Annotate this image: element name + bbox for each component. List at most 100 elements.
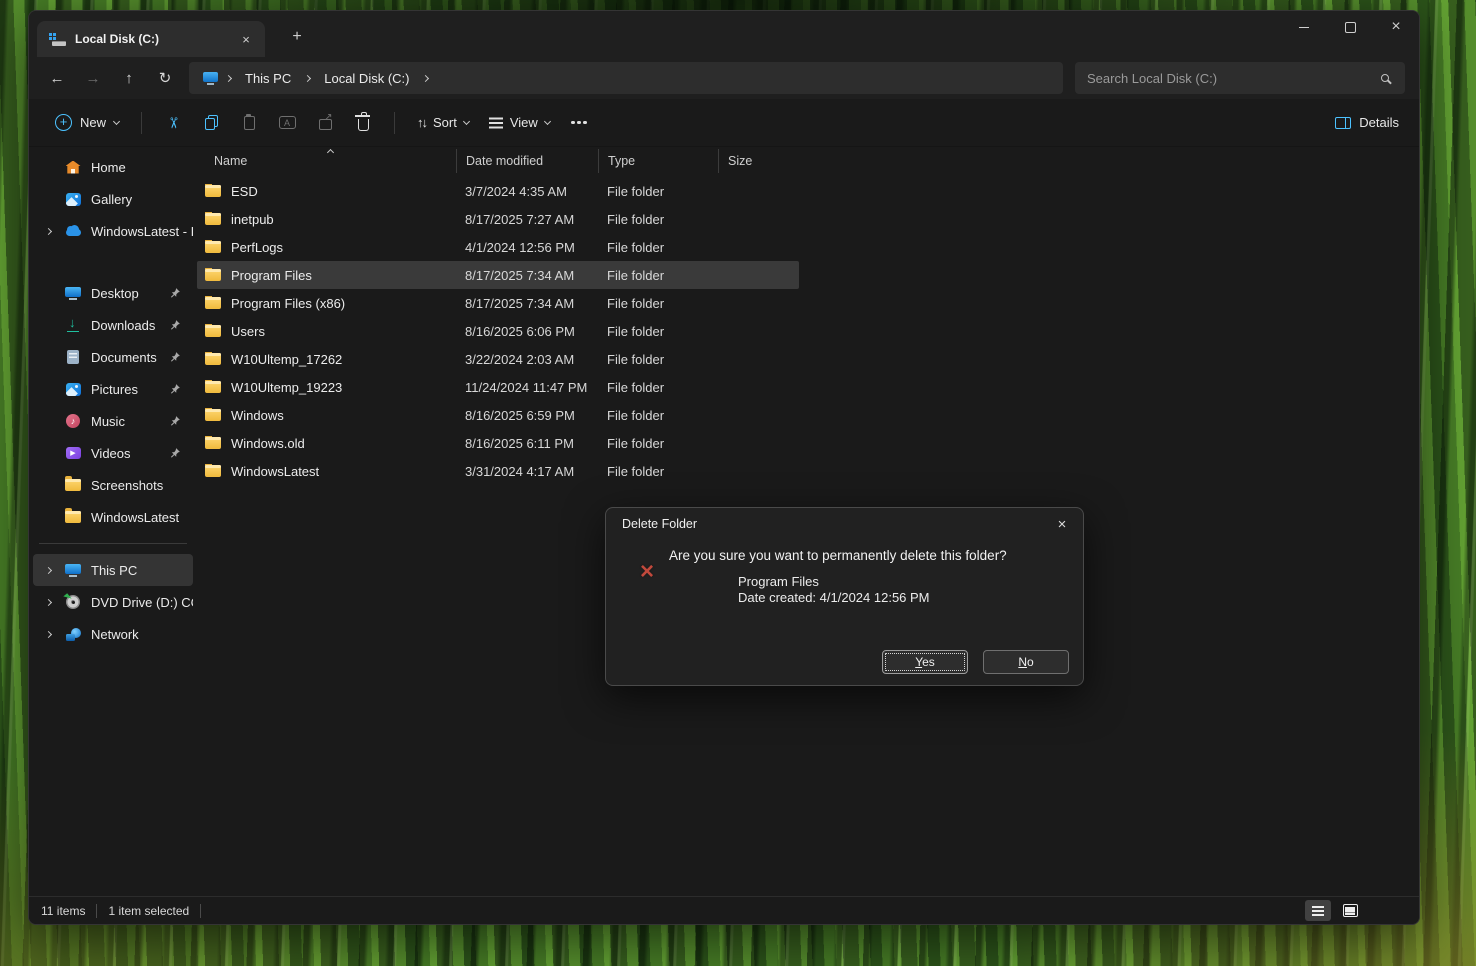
sidebar-item-gallery[interactable]: Gallery bbox=[33, 183, 193, 215]
breadcrumb-local-disk[interactable]: Local Disk (C:) bbox=[314, 71, 419, 86]
table-row[interactable]: ESD 3/7/2024 4:35 AM File folder bbox=[197, 177, 799, 205]
sidebar: Home Gallery WindowsLatest - Pe Desktop bbox=[29, 147, 197, 896]
chevron-expand-icon[interactable] bbox=[44, 630, 51, 637]
folder-icon bbox=[205, 465, 221, 477]
music-icon bbox=[66, 414, 80, 428]
delete-button[interactable] bbox=[344, 106, 382, 140]
column-header-type[interactable]: Type bbox=[598, 149, 718, 173]
pictures-icon bbox=[66, 383, 81, 396]
minimize-button[interactable] bbox=[1281, 11, 1327, 43]
refresh-icon[interactable] bbox=[147, 62, 183, 94]
chevron-expand-icon[interactable] bbox=[44, 598, 51, 605]
downloads-icon bbox=[66, 318, 80, 332]
breadcrumb[interactable]: This PC Local Disk (C:) bbox=[189, 62, 1063, 94]
sidebar-item-this-pc[interactable]: This PC bbox=[33, 554, 193, 586]
yes-button[interactable]: Yes bbox=[882, 650, 968, 674]
ellipsis-icon bbox=[577, 121, 581, 125]
more-options-button[interactable] bbox=[560, 106, 598, 140]
details-view-toggle[interactable] bbox=[1305, 900, 1331, 921]
status-divider bbox=[96, 904, 97, 918]
table-row[interactable]: W10Ultemp_19223 11/24/2024 11:47 PM File… bbox=[197, 373, 799, 401]
breadcrumb-this-pc[interactable]: This PC bbox=[235, 71, 301, 86]
view-label: View bbox=[510, 115, 538, 130]
table-row[interactable]: Windows 8/16/2025 6:59 PM File folder bbox=[197, 401, 799, 429]
dialog-close-icon[interactable] bbox=[1047, 511, 1077, 537]
new-tab-button[interactable] bbox=[285, 25, 309, 49]
item-count: 11 items bbox=[41, 904, 85, 918]
sidebar-item-home[interactable]: Home bbox=[33, 151, 193, 183]
table-row[interactable]: Program Files (x86) 8/17/2025 7:34 AM Fi… bbox=[197, 289, 799, 317]
chevron-down-icon bbox=[113, 118, 120, 125]
back-icon[interactable] bbox=[39, 62, 75, 94]
table-row[interactable]: Users 8/16/2025 6:06 PM File folder bbox=[197, 317, 799, 345]
column-header-size[interactable]: Size bbox=[718, 149, 799, 173]
sidebar-item-dvd-drive[interactable]: DVD Drive (D:) CCC bbox=[33, 586, 193, 618]
table-row[interactable]: inetpub 8/17/2025 7:27 AM File folder bbox=[197, 205, 799, 233]
share-icon bbox=[319, 119, 332, 130]
column-header-name[interactable]: Name bbox=[197, 149, 456, 173]
video-icon bbox=[66, 447, 81, 459]
no-button[interactable]: No bbox=[983, 650, 1069, 674]
rename-button[interactable] bbox=[268, 106, 306, 140]
sidebar-item-documents[interactable]: Documents bbox=[33, 341, 193, 373]
table-row[interactable]: W10Ultemp_17262 3/22/2024 2:03 AM File f… bbox=[197, 345, 799, 373]
tab-title: Local Disk (C:) bbox=[75, 32, 228, 46]
search-input[interactable] bbox=[1087, 71, 1381, 86]
thumbnail-view-toggle[interactable] bbox=[1337, 900, 1363, 921]
chevron-expand-icon[interactable] bbox=[44, 566, 51, 573]
sidebar-divider bbox=[39, 543, 187, 544]
folder-name: Program Files bbox=[738, 574, 930, 590]
pin-icon bbox=[169, 351, 181, 363]
dialog-title: Delete Folder bbox=[622, 517, 1047, 531]
sidebar-item-windowslatest[interactable]: WindowsLatest bbox=[33, 501, 193, 533]
cut-button[interactable] bbox=[154, 106, 192, 140]
sidebar-item-screenshots[interactable]: Screenshots bbox=[33, 469, 193, 501]
column-header-date-modified[interactable]: Date modified bbox=[456, 149, 598, 173]
table-row-selected[interactable]: Program Files 8/17/2025 7:34 AM File fol… bbox=[197, 261, 799, 289]
sort-button[interactable]: Sort bbox=[407, 106, 479, 140]
search-icon[interactable] bbox=[1381, 74, 1389, 82]
table-row[interactable]: Windows.old 8/16/2025 6:11 PM File folde… bbox=[197, 429, 799, 457]
toolbar-divider bbox=[394, 112, 395, 134]
paste-button[interactable] bbox=[230, 106, 268, 140]
sidebar-item-pictures[interactable]: Pictures bbox=[33, 373, 193, 405]
maximize-button[interactable] bbox=[1327, 11, 1373, 43]
dvd-icon bbox=[66, 595, 80, 609]
folder-icon bbox=[205, 353, 221, 365]
close-button[interactable] bbox=[1373, 11, 1419, 43]
new-button[interactable]: New bbox=[45, 106, 129, 140]
details-pane-button[interactable]: Details bbox=[1331, 106, 1403, 140]
chevron-expand-icon[interactable] bbox=[44, 227, 51, 234]
details-pane-icon bbox=[1335, 117, 1351, 129]
sidebar-item-network[interactable]: Network bbox=[33, 618, 193, 650]
search-box[interactable] bbox=[1075, 62, 1405, 94]
sidebar-item-onedrive[interactable]: WindowsLatest - Pe bbox=[33, 215, 193, 247]
details-label: Details bbox=[1359, 115, 1399, 130]
copy-button[interactable] bbox=[192, 106, 230, 140]
folder-icon bbox=[205, 241, 221, 253]
sort-arrows-icon bbox=[417, 115, 426, 130]
table-row[interactable]: PerfLogs 4/1/2024 12:56 PM File folder bbox=[197, 233, 799, 261]
sort-label: Sort bbox=[433, 115, 457, 130]
share-button[interactable] bbox=[306, 106, 344, 140]
table-row[interactable]: WindowsLatest 3/31/2024 4:17 AM File fol… bbox=[197, 457, 799, 485]
sidebar-item-downloads[interactable]: Downloads bbox=[33, 309, 193, 341]
folder-icon bbox=[205, 325, 221, 337]
sidebar-item-music[interactable]: Music bbox=[33, 405, 193, 437]
folder-icon bbox=[205, 437, 221, 449]
toolbar-divider bbox=[141, 112, 142, 134]
up-icon[interactable] bbox=[111, 62, 147, 94]
view-button[interactable]: View bbox=[479, 106, 560, 140]
sidebar-item-videos[interactable]: Videos bbox=[33, 437, 193, 469]
sidebar-item-desktop[interactable]: Desktop bbox=[33, 277, 193, 309]
tab-close-icon[interactable] bbox=[237, 30, 255, 48]
navigation-bar: This PC Local Disk (C:) bbox=[29, 57, 1419, 99]
tab-local-disk-c[interactable]: Local Disk (C:) bbox=[37, 21, 265, 57]
folder-icon bbox=[65, 479, 81, 491]
forward-icon[interactable] bbox=[75, 62, 111, 94]
onedrive-cloud-icon bbox=[66, 229, 81, 236]
copy-icon bbox=[205, 115, 218, 130]
local-disk-icon bbox=[49, 33, 66, 46]
window-controls bbox=[1281, 11, 1419, 43]
command-bar: New Sort View Details bbox=[29, 99, 1419, 147]
